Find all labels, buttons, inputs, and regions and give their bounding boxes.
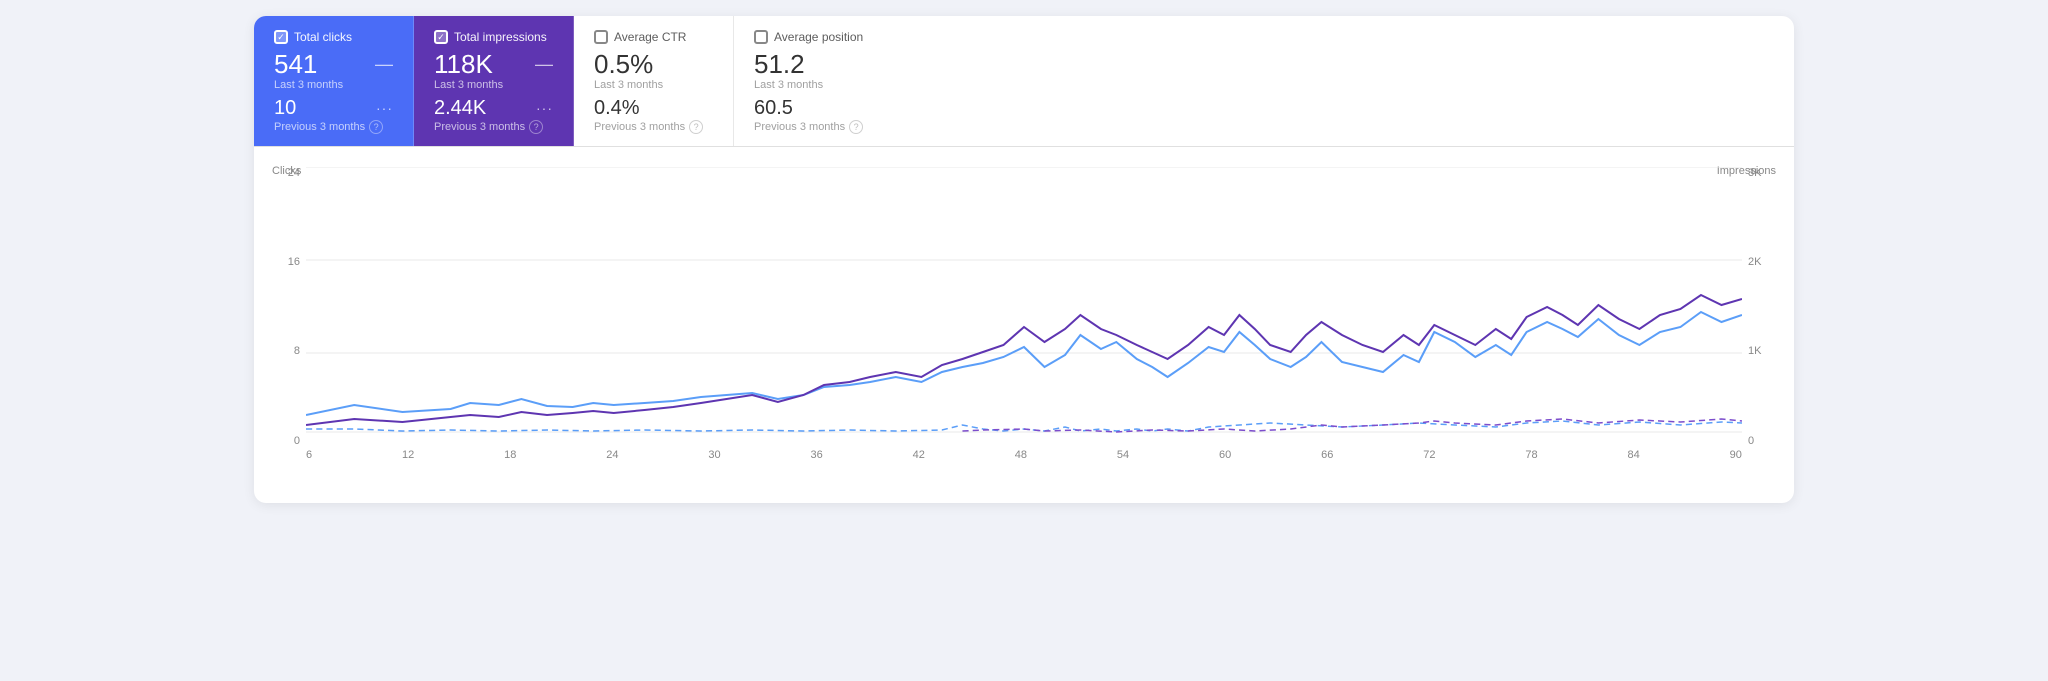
y-label-left-24: 24 — [270, 167, 300, 179]
metric-value-impressions: 118K — [434, 50, 493, 79]
x-label-78: 78 — [1525, 449, 1537, 461]
metric-card-total-impressions: Total impressions 118K — Last 3 months 2… — [414, 16, 574, 146]
x-label-18: 18 — [504, 449, 516, 461]
y-label-left-0: 0 — [270, 435, 300, 447]
metric-prev-value-clicks: 10 — [274, 97, 296, 120]
metric-value-position: 51.2 — [754, 50, 805, 79]
x-label-36: 36 — [811, 449, 823, 461]
metric-title-position: Average position — [774, 30, 863, 44]
metric-title-clicks: Total clicks — [294, 30, 352, 44]
y-label-right-3k: 3K — [1748, 167, 1778, 179]
metric-prev-row-ctr: 0.4% — [594, 97, 713, 120]
x-label-30: 30 — [708, 449, 720, 461]
metrics-row: Total clicks 541 — Last 3 months 10 ··· … — [254, 16, 1794, 147]
metric-prev-dots-clicks[interactable]: ··· — [376, 100, 393, 116]
metric-prev-label-position: Previous 3 months ? — [754, 120, 874, 134]
metric-dash-clicks[interactable]: — — [375, 54, 393, 75]
x-label-48: 48 — [1015, 449, 1027, 461]
chart-container: 24 16 8 0 — [270, 167, 1778, 467]
chart-svg-wrapper: 6 12 18 24 30 36 42 48 54 60 66 72 78 84… — [306, 167, 1742, 467]
x-label-24: 24 — [606, 449, 618, 461]
metric-value-clicks: 541 — [274, 50, 317, 79]
checkbox-avg-ctr[interactable] — [594, 30, 608, 44]
main-container: Total clicks 541 — Last 3 months 10 ··· … — [254, 16, 1794, 503]
x-label-42: 42 — [913, 449, 925, 461]
metric-prev-label-clicks: Previous 3 months ? — [274, 120, 393, 134]
metric-header-ctr: Average CTR — [594, 30, 713, 44]
y-label-right-2k: 2K — [1748, 256, 1778, 268]
checkbox-total-clicks[interactable] — [274, 30, 288, 44]
x-label-72: 72 — [1423, 449, 1435, 461]
metric-sub-label-position: Last 3 months — [754, 79, 874, 91]
metric-dash-impressions[interactable]: — — [535, 54, 553, 75]
help-icon-position[interactable]: ? — [849, 120, 863, 134]
x-label-84: 84 — [1628, 449, 1640, 461]
chart-svg — [306, 167, 1742, 447]
y-label-left-16: 16 — [270, 256, 300, 268]
metric-value-row-ctr: 0.5% — [594, 50, 713, 79]
y-label-right-0: 0 — [1748, 435, 1778, 447]
metric-sub-label-impressions: Last 3 months — [434, 79, 553, 91]
chart-area: Clicks Impressions 24 16 8 0 — [254, 147, 1794, 487]
help-icon-ctr[interactable]: ? — [689, 120, 703, 134]
metric-prev-label-ctr: Previous 3 months ? — [594, 120, 713, 134]
x-axis-labels: 6 12 18 24 30 36 42 48 54 60 66 72 78 84… — [306, 447, 1742, 461]
metric-header-impressions: Total impressions — [434, 30, 553, 44]
metric-title-ctr: Average CTR — [614, 30, 686, 44]
metric-value-ctr: 0.5% — [594, 50, 653, 79]
y-label-left-8: 8 — [270, 345, 300, 357]
x-label-54: 54 — [1117, 449, 1129, 461]
metric-header-position: Average position — [754, 30, 874, 44]
metric-value-row-clicks: 541 — — [274, 50, 393, 79]
y-axis-left: 24 16 8 0 — [270, 167, 306, 467]
x-label-12: 12 — [402, 449, 414, 461]
metric-card-avg-position: Average position 51.2 Last 3 months 60.5… — [734, 16, 894, 146]
metric-prev-dots-impressions[interactable]: ··· — [536, 100, 553, 116]
metric-prev-value-impressions: 2.44K — [434, 97, 486, 120]
metric-value-row-position: 51.2 — [754, 50, 874, 79]
metric-prev-row-clicks: 10 ··· — [274, 97, 393, 120]
metric-prev-value-ctr: 0.4% — [594, 97, 640, 120]
metric-header-clicks: Total clicks — [274, 30, 393, 44]
metric-value-row-impressions: 118K — — [434, 50, 553, 79]
help-icon-impressions[interactable]: ? — [529, 120, 543, 134]
metric-sub-label-clicks: Last 3 months — [274, 79, 393, 91]
metric-prev-row-position: 60.5 — [754, 97, 874, 120]
metric-prev-row-impressions: 2.44K ··· — [434, 97, 553, 120]
metric-sub-label-ctr: Last 3 months — [594, 79, 713, 91]
x-label-60: 60 — [1219, 449, 1231, 461]
metric-card-total-clicks: Total clicks 541 — Last 3 months 10 ··· … — [254, 16, 414, 146]
y-label-right-1k: 1K — [1748, 345, 1778, 357]
x-label-66: 66 — [1321, 449, 1333, 461]
metric-prev-value-position: 60.5 — [754, 97, 793, 120]
metric-card-avg-ctr: Average CTR 0.5% Last 3 months 0.4% Prev… — [574, 16, 734, 146]
checkbox-total-impressions[interactable] — [434, 30, 448, 44]
metric-title-impressions: Total impressions — [454, 30, 547, 44]
checkbox-avg-position[interactable] — [754, 30, 768, 44]
x-label-90: 90 — [1730, 449, 1742, 461]
x-label-6: 6 — [306, 449, 312, 461]
metric-prev-label-impressions: Previous 3 months ? — [434, 120, 553, 134]
help-icon-clicks[interactable]: ? — [369, 120, 383, 134]
y-axis-right: 3K 2K 1K 0 — [1742, 167, 1778, 467]
